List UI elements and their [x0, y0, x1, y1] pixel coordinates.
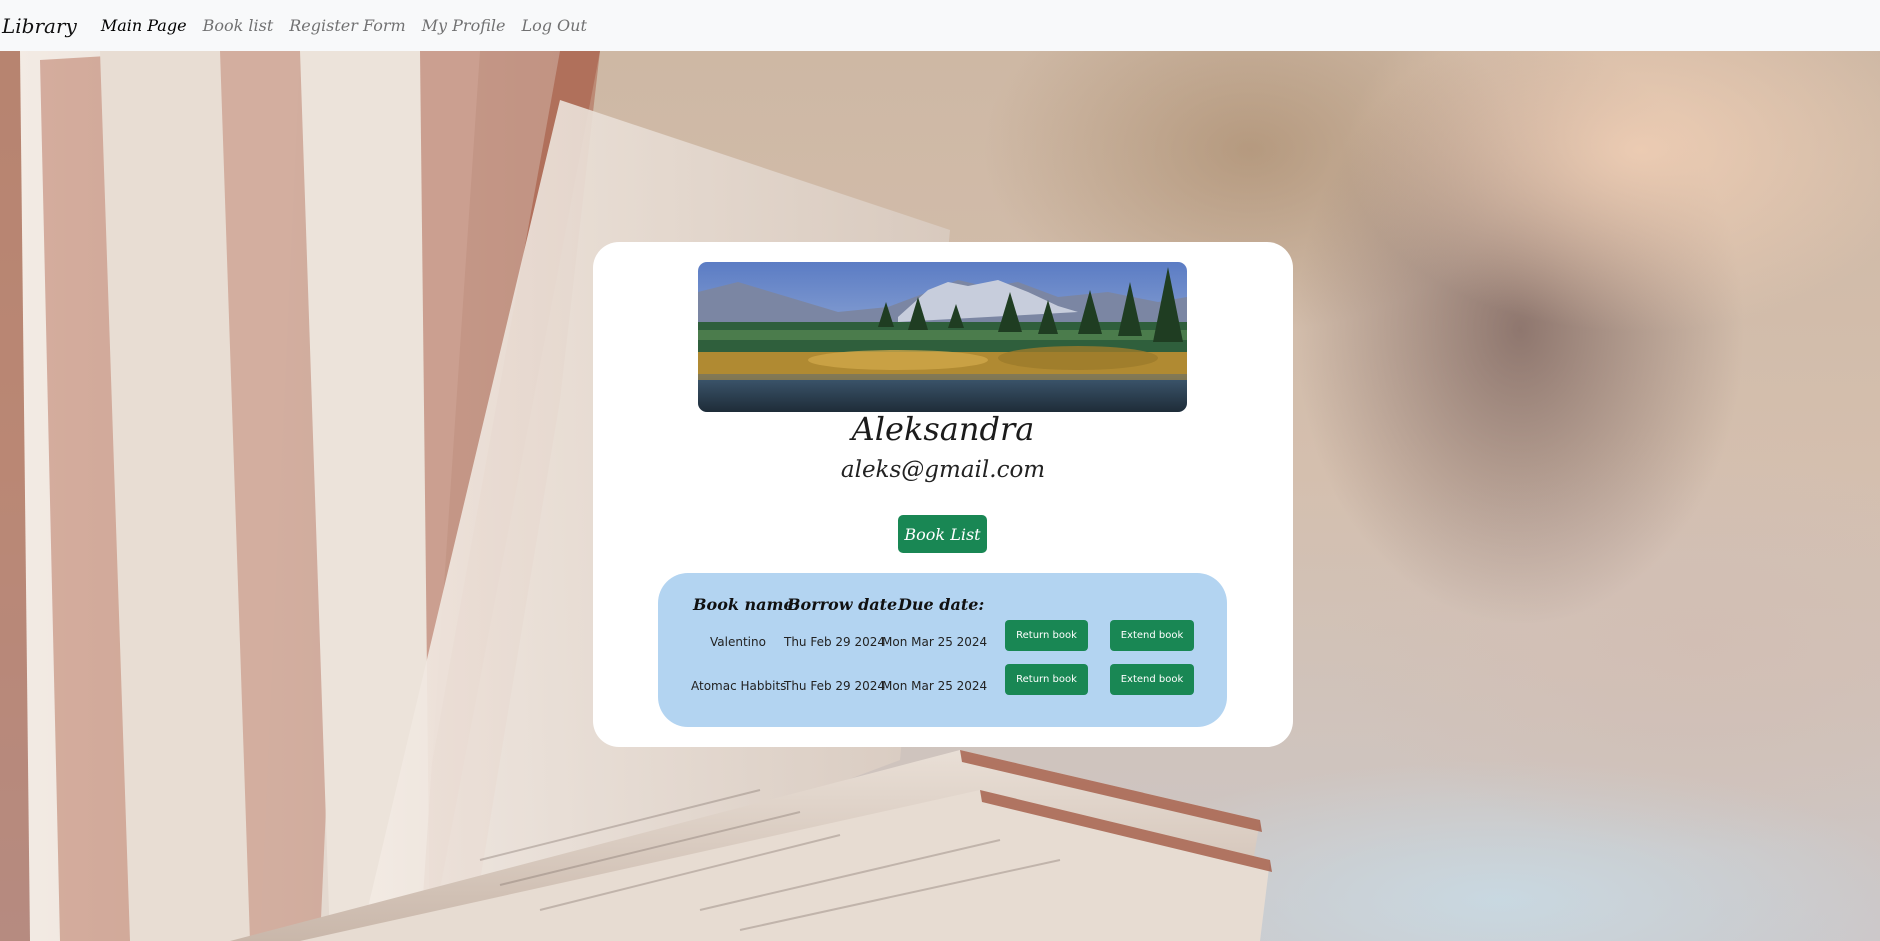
row-1-extend-book-button[interactable]: Extend book	[1110, 620, 1194, 651]
row-2-return-book-button[interactable]: Return book	[1005, 664, 1088, 695]
nav-book-list[interactable]: Book list	[203, 16, 274, 35]
nav-log-out[interactable]: Log Out	[521, 16, 586, 35]
brand-logo[interactable]: Library	[2, 14, 77, 38]
row-1-borrow-date: Thu Feb 29 2024	[784, 635, 886, 649]
profile-card: Aleksandra aleks@gmail.com Book List Boo…	[593, 242, 1293, 747]
row-1-book-name: Valentino	[710, 635, 766, 649]
row-2-extend-book-button[interactable]: Extend book	[1110, 664, 1194, 695]
nav-register-form[interactable]: Register Form	[289, 16, 405, 35]
row-2-borrow-date: Thu Feb 29 2024	[784, 679, 886, 693]
nav-main-page[interactable]: Main Page	[101, 16, 187, 35]
book-list-button[interactable]: Book List	[898, 515, 987, 553]
borrowed-books-table: Book name: Borrow date Due date: Valenti…	[658, 573, 1227, 727]
row-2-book-name: Atomac Habbits	[691, 679, 787, 693]
profile-banner-image	[698, 262, 1187, 412]
header-due-date: Due date:	[898, 595, 985, 614]
nav-my-profile[interactable]: My Profile	[422, 16, 506, 35]
profile-name: Aleksandra	[851, 410, 1035, 448]
row-2-due-date: Mon Mar 25 2024	[882, 679, 988, 693]
row-1-due-date: Mon Mar 25 2024	[882, 635, 988, 649]
profile-email: aleks@gmail.com	[840, 457, 1046, 483]
header-book-name: Book name:	[693, 595, 800, 614]
row-1-return-book-button[interactable]: Return book	[1005, 620, 1088, 651]
top-navbar: Library Main Page Book list Register For…	[0, 0, 1880, 51]
header-borrow-date: Borrow date	[787, 595, 898, 614]
